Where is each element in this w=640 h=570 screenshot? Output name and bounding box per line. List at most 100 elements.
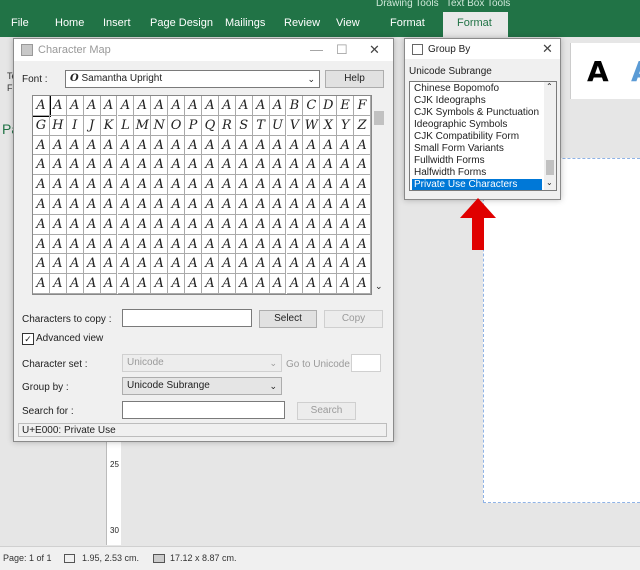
character-cell[interactable]: P (185, 115, 202, 136)
character-cell[interactable]: A (100, 214, 118, 235)
character-cell[interactable]: G (33, 115, 50, 136)
character-cell[interactable]: A (49, 274, 67, 294)
character-cell[interactable]: A (117, 96, 135, 116)
character-cell[interactable]: A (100, 155, 118, 176)
character-set-select[interactable]: Unicode ⌄ (122, 354, 282, 372)
character-cell[interactable]: A (100, 175, 118, 195)
character-cell[interactable]: A (49, 175, 67, 195)
chevron-down-icon[interactable]: ⌄ (546, 178, 553, 187)
character-cell[interactable]: A (168, 155, 186, 176)
character-cell[interactable]: H (49, 115, 67, 136)
help-button[interactable]: Help (325, 70, 384, 88)
character-cell[interactable]: A (168, 214, 186, 235)
document-page[interactable] (483, 158, 640, 503)
character-cell[interactable]: A (252, 254, 270, 275)
close-icon[interactable]: ✕ (369, 42, 380, 58)
maximize-icon[interactable]: ☐ (336, 42, 348, 58)
character-cell[interactable]: A (252, 96, 270, 116)
character-cell[interactable]: A (320, 195, 338, 215)
character-cell[interactable]: A (185, 274, 202, 294)
character-cell[interactable]: A (320, 274, 338, 294)
character-cell[interactable]: A (354, 155, 371, 176)
group-by-scrollbar[interactable]: ⌃ ⌄ (544, 82, 556, 190)
character-cell[interactable]: Q (202, 115, 219, 136)
character-cell[interactable]: A (218, 274, 236, 294)
scrollbar-thumb[interactable] (546, 160, 554, 175)
character-cell[interactable]: A (151, 214, 169, 235)
character-cell[interactable]: A (185, 135, 202, 156)
character-cell[interactable]: A (286, 254, 304, 275)
character-cell[interactable]: A (49, 155, 67, 176)
character-cell[interactable]: A (303, 175, 321, 195)
minimize-icon[interactable]: — (310, 42, 323, 57)
character-grid[interactable]: AAAAAAAAAAAAAAABCDEFGHIJKLMNOPQRSTUVWXYZ… (32, 95, 372, 295)
character-cell[interactable]: A (151, 175, 169, 195)
character-cell[interactable]: A (218, 135, 236, 156)
scrollbar-thumb[interactable] (374, 111, 384, 125)
character-cell[interactable]: A (337, 135, 355, 156)
character-cell[interactable]: A (151, 155, 169, 176)
character-cell[interactable]: A (337, 274, 355, 294)
character-cell[interactable]: A (218, 195, 236, 215)
character-cell[interactable]: A (252, 175, 270, 195)
character-cell[interactable]: A (66, 195, 84, 215)
character-cell[interactable]: A (66, 175, 84, 195)
tab-review[interactable]: Review (284, 17, 320, 29)
character-cell[interactable]: A (66, 254, 84, 275)
character-cell[interactable]: A (202, 234, 219, 255)
character-cell[interactable]: A (235, 96, 253, 116)
character-cell[interactable]: A (134, 96, 152, 116)
character-cell[interactable]: F (354, 96, 371, 116)
character-cell[interactable]: A (286, 274, 304, 294)
character-cell[interactable]: A (235, 254, 253, 275)
character-cell[interactable]: A (235, 135, 253, 156)
group-by-list-item[interactable]: Small Form Variants (412, 143, 542, 155)
search-button[interactable]: Search (297, 402, 356, 420)
character-cell[interactable]: A (269, 175, 287, 195)
character-cell[interactable]: A (252, 214, 270, 235)
character-cell[interactable]: A (235, 195, 253, 215)
character-cell[interactable]: Y (337, 115, 355, 136)
tab-insert[interactable]: Insert (103, 17, 131, 29)
character-cell[interactable]: A (252, 155, 270, 176)
character-cell[interactable]: A (354, 135, 371, 156)
character-cell[interactable]: A (100, 274, 118, 294)
character-cell[interactable]: A (218, 96, 236, 116)
tab-page-design[interactable]: Page Design (150, 17, 213, 29)
character-cell[interactable]: A (151, 254, 169, 275)
character-cell[interactable]: A (185, 254, 202, 275)
character-cell[interactable]: A (337, 254, 355, 275)
character-cell[interactable]: A (168, 96, 186, 116)
character-cell[interactable]: A (235, 234, 253, 255)
character-cell[interactable]: A (269, 234, 287, 255)
character-cell[interactable]: A (286, 175, 304, 195)
character-cell[interactable]: A (49, 234, 67, 255)
character-cell[interactable]: A (354, 175, 371, 195)
advanced-view-checkbox[interactable]: ✓ (22, 333, 34, 345)
character-cell[interactable]: A (252, 135, 270, 156)
character-cell[interactable]: A (286, 234, 304, 255)
character-cell[interactable]: A (168, 195, 186, 215)
character-cell[interactable]: A (235, 214, 253, 235)
character-cell[interactable]: A (218, 254, 236, 275)
character-cell[interactable]: A (66, 135, 84, 156)
character-cell[interactable]: A (303, 155, 321, 176)
character-cell[interactable]: A (286, 155, 304, 176)
character-cell[interactable]: A (202, 214, 219, 235)
character-cell[interactable]: W (303, 115, 321, 136)
character-cell[interactable]: S (235, 115, 253, 136)
wordart-style-blue[interactable]: A (631, 55, 640, 88)
character-cell[interactable]: A (202, 155, 219, 176)
character-cell[interactable]: A (320, 214, 338, 235)
group-by-list-item[interactable]: Fullwidth Forms (412, 155, 542, 167)
tab-file[interactable]: File (11, 17, 29, 29)
character-cell[interactable]: B (286, 96, 304, 116)
search-for-input[interactable] (122, 401, 285, 419)
character-cell[interactable]: A (320, 254, 338, 275)
character-cell[interactable]: A (83, 234, 101, 255)
tab-home[interactable]: Home (55, 17, 84, 29)
character-cell[interactable]: A (49, 135, 67, 156)
group-by-list-item[interactable]: CJK Ideographs (412, 95, 542, 107)
character-cell[interactable]: D (320, 96, 338, 116)
character-cell[interactable]: R (218, 115, 236, 136)
